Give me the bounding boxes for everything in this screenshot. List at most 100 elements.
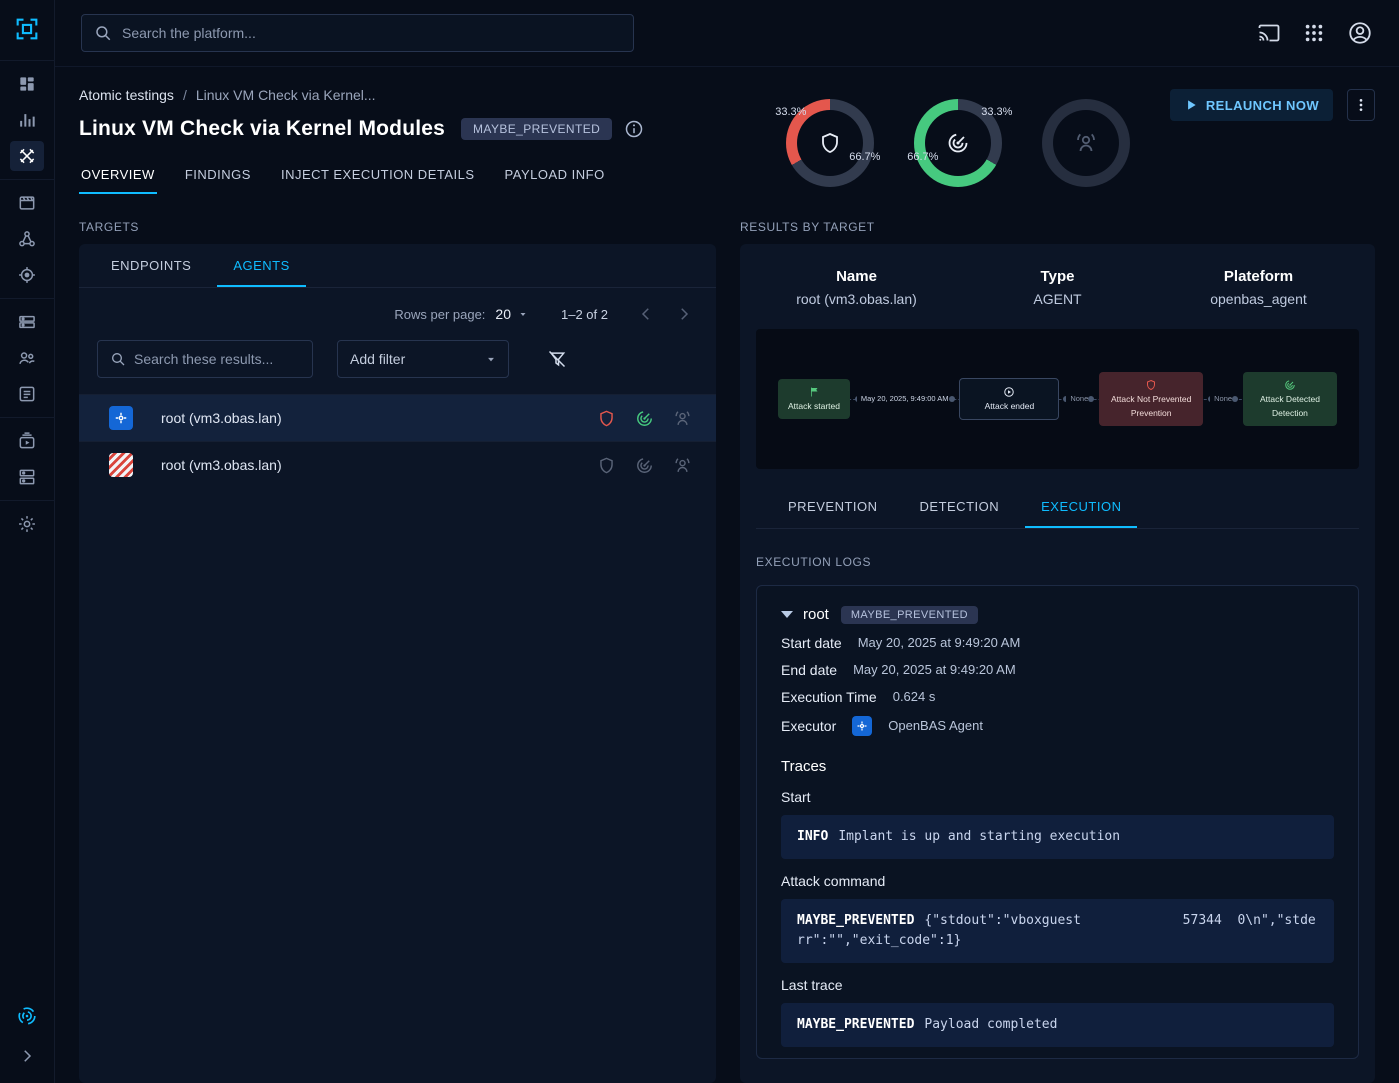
breadcrumb-atomic-testings[interactable]: Atomic testings: [79, 87, 174, 103]
prevention-status-icon: [596, 408, 616, 428]
results-search[interactable]: [97, 340, 313, 378]
account-icon[interactable]: [1347, 20, 1373, 46]
tab-payload-info[interactable]: PAYLOAD INFO: [503, 155, 607, 194]
human-response-icon: [1074, 131, 1098, 155]
search-icon: [110, 351, 126, 367]
relaunch-now-button[interactable]: RELAUNCH NOW: [1170, 89, 1333, 121]
rows-per-page-select[interactable]: 20: [495, 306, 529, 322]
platform-search-input[interactable]: [122, 25, 621, 41]
tab-overview[interactable]: OVERVIEW: [79, 155, 157, 194]
execution-log-card: root MAYBE_PREVENTED Start date May 20, …: [756, 585, 1359, 1059]
topbar-icons: [1257, 20, 1373, 46]
main-area: 33.3% 66.7% 33.3% 66.7%: [55, 0, 1399, 1083]
page-title: Linux VM Check via Kernel Modules: [79, 117, 445, 141]
tab-agents[interactable]: AGENTS: [217, 244, 305, 287]
collapse-caret-icon[interactable]: [781, 611, 793, 618]
results-section: RESULTS BY TARGET Name root (vm3.obas.la…: [740, 220, 1375, 1083]
flag-icon: [808, 386, 820, 398]
agent-status-icons: [596, 408, 692, 428]
status-badge: MAYBE_PREVENTED: [461, 118, 612, 140]
screen-share-icon[interactable]: [1257, 21, 1281, 45]
content: 33.3% 66.7% 33.3% 66.7%: [55, 67, 1399, 1083]
expand-sidebar-button[interactable]: [10, 1041, 44, 1071]
execution-logs-title: EXECUTION LOGS: [756, 555, 1359, 569]
tab-execution[interactable]: EXECUTION: [1025, 485, 1137, 528]
name-column-header: Name: [756, 268, 957, 285]
clear-filters-icon[interactable]: [547, 349, 567, 369]
timeline-node-prevention[interactable]: Attack Not Prevented Prevention: [1099, 372, 1203, 426]
results-panel: Name root (vm3.obas.lan) Type AGENT Plat…: [740, 244, 1375, 1083]
sidebar-item-settings[interactable]: [10, 509, 44, 539]
log-field: Start date May 20, 2025 at 9:49:20 AM: [781, 635, 1334, 651]
info-icon[interactable]: [624, 119, 644, 139]
sidebar-item-findings[interactable]: [10, 379, 44, 409]
play-icon: [1184, 98, 1198, 112]
tab-prevention[interactable]: PREVENTION: [772, 485, 894, 528]
log-field: End date May 20, 2025 at 9:49:20 AM: [781, 662, 1334, 678]
sidebar-item-scenarios[interactable]: [10, 224, 44, 254]
log-code-block: MAYBE_PREVENTEDPayload completed: [781, 1003, 1334, 1047]
agent-row[interactable]: root (vm3.obas.lan): [79, 441, 716, 488]
sidebar-item-teams[interactable]: [10, 343, 44, 373]
header-actions: 33.3% 66.7% 33.3% 66.7%: [786, 89, 1375, 187]
add-filter-select[interactable]: Add filter: [337, 340, 509, 378]
tab-findings[interactable]: FINDINGS: [183, 155, 253, 194]
agent-row[interactable]: root (vm3.obas.lan): [79, 394, 716, 441]
sidebar-item-targets[interactable]: [10, 260, 44, 290]
target-name: root (vm3.obas.lan): [756, 291, 957, 307]
log-header: root MAYBE_PREVENTED: [781, 606, 1334, 624]
agent-status-icons: [596, 455, 692, 475]
radar-icon: [946, 131, 970, 155]
sidebar-group-assets: [0, 298, 55, 417]
sidebar-item-integrations[interactable]: [10, 462, 44, 492]
next-page-button[interactable]: [670, 300, 698, 328]
timeline-node-attack-ended[interactable]: Attack ended: [959, 378, 1059, 420]
previous-page-button[interactable]: [632, 300, 660, 328]
sidebar-item-assets[interactable]: [10, 307, 44, 337]
kebab-menu-icon: [1353, 97, 1369, 113]
timeline-node-attack-started[interactable]: Attack started: [778, 379, 850, 419]
sidebar: [0, 0, 55, 1083]
sidebar-bottom: [10, 1001, 44, 1083]
tab-endpoints[interactable]: ENDPOINTS: [95, 244, 207, 287]
sidebar-group-main: [0, 60, 55, 179]
rows-per-page-label: Rows per page:: [394, 307, 485, 322]
sidebar-item-home[interactable]: [10, 69, 44, 99]
tab-detection[interactable]: DETECTION: [904, 485, 1016, 528]
log-section-title: Attack command: [781, 873, 1334, 889]
chevron-down-icon: [484, 352, 498, 366]
target-summary: Name root (vm3.obas.lan) Type AGENT Plat…: [740, 244, 1375, 327]
attack-timeline: Attack started May 20, 2025, 9:49:00 AM …: [756, 329, 1359, 469]
prevention-slice-label: 33.3%: [772, 106, 810, 118]
breadcrumb-current: Linux VM Check via Kernel...: [196, 87, 376, 103]
apps-grid-icon[interactable]: [1303, 22, 1325, 44]
shield-icon: [1145, 379, 1157, 391]
tab-inject-execution-details[interactable]: INJECT EXECUTION DETAILS: [279, 155, 477, 194]
topbar: [55, 0, 1399, 67]
filigran-logo[interactable]: [10, 1001, 44, 1031]
sidebar-item-payloads[interactable]: [10, 426, 44, 456]
openbas-agent-logo: [109, 406, 133, 430]
sidebar-group-operations: [0, 179, 55, 298]
traces-title: Traces: [781, 758, 1334, 775]
platform-search[interactable]: [81, 14, 634, 52]
executor-agent-logo: [109, 453, 133, 477]
columns: TARGETS ENDPOINTS AGENTS Rows per page: …: [79, 220, 1375, 1083]
target-type: AGENT: [957, 291, 1158, 307]
sidebar-item-dashboards[interactable]: [10, 105, 44, 135]
sidebar-item-atomic-testings[interactable]: [10, 141, 44, 171]
targets-section: TARGETS ENDPOINTS AGENTS Rows per page: …: [79, 220, 716, 1083]
timeline-node-detection[interactable]: Attack Detected Detection: [1243, 372, 1337, 426]
log-code-block: INFOImplant is up and starting execution: [781, 815, 1334, 859]
timeline-edge-label: May 20, 2025, 9:49:00 AM: [857, 392, 953, 405]
prevention-gauge: 33.3% 66.7%: [786, 99, 874, 187]
sidebar-item-simulations[interactable]: [10, 188, 44, 218]
search-icon: [94, 24, 112, 42]
openbas-logo[interactable]: [10, 12, 44, 46]
results-search-input[interactable]: [134, 351, 302, 367]
prevention-rest-label: 66.7%: [846, 151, 884, 163]
type-column-header: Type: [957, 268, 1158, 285]
sidebar-group-settings: [0, 500, 55, 547]
detection-slice-label: 33.3%: [978, 106, 1016, 118]
more-options-button[interactable]: [1347, 89, 1375, 121]
